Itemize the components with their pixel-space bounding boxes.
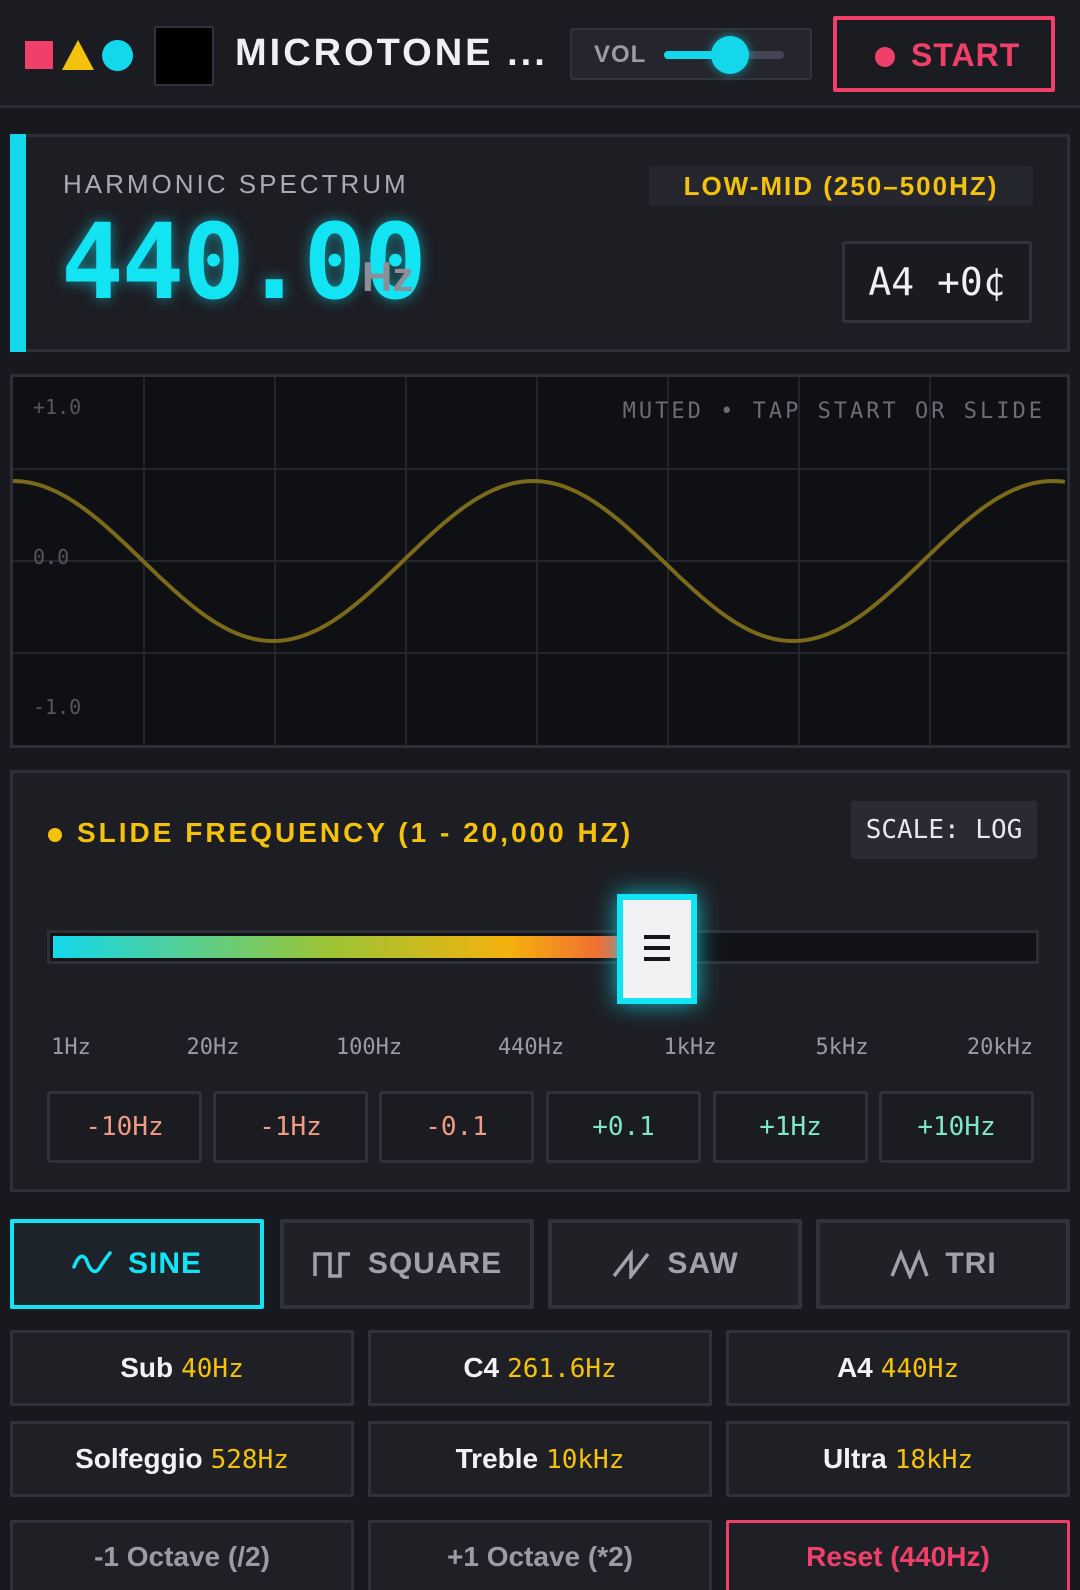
grip-icon bbox=[644, 935, 670, 968]
start-button[interactable]: START bbox=[833, 16, 1055, 92]
step-plus-10hz-button[interactable]: +10Hz bbox=[879, 1091, 1034, 1163]
frequency-slider-panel: SLIDE FREQUENCY (1 - 20,000 HZ) SCALE: L… bbox=[10, 770, 1070, 1192]
frequency-slider-track[interactable] bbox=[47, 930, 1039, 964]
scope-y-label-mid: 0.0 bbox=[33, 545, 70, 569]
preset-frequency: 18kHz bbox=[894, 1445, 974, 1475]
logo-square-icon bbox=[25, 41, 53, 69]
waveform-sine-label: SINE bbox=[127, 1247, 203, 1280]
volume-slider-thumb[interactable] bbox=[711, 36, 749, 74]
logo-circle-icon bbox=[102, 40, 133, 71]
preset-name: C4 bbox=[463, 1352, 500, 1383]
start-button-label: START bbox=[911, 37, 1021, 73]
scope-grid bbox=[13, 377, 1067, 745]
oscilloscope-canvas bbox=[13, 377, 1067, 745]
preset-frequency: 528Hz bbox=[210, 1445, 289, 1475]
triangle-wave-icon bbox=[890, 1249, 929, 1279]
preset-name: A4 bbox=[836, 1352, 873, 1383]
preset-frequency: 440Hz bbox=[880, 1354, 960, 1384]
waveform-square-button[interactable]: SQUARE bbox=[280, 1219, 534, 1309]
waveform-sine-button[interactable]: SINE bbox=[10, 1219, 264, 1309]
tick-1hz: 1Hz bbox=[51, 1035, 91, 1060]
oscilloscope: +1.0 0.0 -1.0 MUTED • TAP START OR SLIDE bbox=[10, 374, 1070, 748]
preset-frequency: 10kHz bbox=[546, 1445, 625, 1475]
octave-up-button[interactable]: +1 Octave (*2) bbox=[368, 1520, 712, 1590]
preset-name: Ultra bbox=[822, 1443, 887, 1474]
waveform-tri-label: TRI bbox=[945, 1247, 997, 1280]
app-title: MICROTONE ... bbox=[235, 32, 548, 74]
scope-y-label-top: +1.0 bbox=[33, 395, 82, 419]
tick-20hz: 20Hz bbox=[186, 1035, 240, 1060]
volume-label: VOL bbox=[594, 41, 647, 68]
slider-title: SLIDE FREQUENCY (1 - 20,000 HZ) bbox=[77, 817, 634, 848]
preset-frequency: 261.6Hz bbox=[507, 1354, 617, 1384]
frequency-unit: Hz bbox=[362, 253, 414, 300]
spectrum-panel: HARMONIC SPECTRUM 440.00 Hz LOW-MID (250… bbox=[10, 134, 1070, 352]
scope-y-label-bottom: -1.0 bbox=[33, 695, 82, 719]
tick-20khz: 20kHz bbox=[966, 1035, 1034, 1060]
scope-status: MUTED • TAP START OR SLIDE bbox=[622, 399, 1045, 424]
waveform-tri-button[interactable]: TRI bbox=[816, 1219, 1070, 1309]
preset-name: Treble bbox=[455, 1443, 539, 1474]
preset-sub-button[interactable]: Sub 40Hz bbox=[10, 1330, 354, 1406]
tick-1khz: 1kHz bbox=[663, 1035, 717, 1060]
color-swatch[interactable] bbox=[154, 26, 214, 86]
waveform-square-label: SQUARE bbox=[367, 1247, 503, 1280]
waveform-saw-label: SAW bbox=[667, 1247, 739, 1280]
preset-treble-button[interactable]: Treble 10kHz bbox=[368, 1421, 712, 1497]
tick-5khz: 5kHz bbox=[815, 1035, 869, 1060]
square-wave-icon bbox=[313, 1252, 350, 1278]
note-badge: A4 +0¢ bbox=[842, 241, 1032, 323]
sine-wave-icon bbox=[72, 1251, 112, 1274]
preset-a4-button[interactable]: A4 440Hz bbox=[726, 1330, 1070, 1406]
preset-name: Solfeggio bbox=[75, 1443, 203, 1474]
tick-100hz: 100Hz bbox=[335, 1035, 403, 1060]
spectrum-label: HARMONIC SPECTRUM bbox=[63, 169, 409, 199]
step-minus-1hz-button[interactable]: -1Hz bbox=[213, 1091, 368, 1163]
step-minus-0-1-button[interactable]: -0.1 bbox=[379, 1091, 534, 1163]
frequency-slider-fill bbox=[53, 936, 660, 958]
preset-c4-button[interactable]: C4 261.6Hz bbox=[368, 1330, 712, 1406]
record-dot-icon bbox=[875, 47, 895, 67]
volume-control: VOL bbox=[570, 28, 812, 80]
preset-solfeggio-button[interactable]: Solfeggio 528Hz bbox=[10, 1421, 354, 1497]
waveform-saw-button[interactable]: SAW bbox=[548, 1219, 802, 1309]
scale-toggle[interactable]: SCALE: LOG bbox=[851, 801, 1037, 859]
step-plus-1hz-button[interactable]: +1Hz bbox=[713, 1091, 868, 1163]
logo-triangle-icon bbox=[62, 40, 94, 70]
preset-name: Sub bbox=[120, 1352, 174, 1383]
frequency-band-badge: LOW-MID (250–500HZ) bbox=[649, 166, 1033, 206]
frequency-slider-thumb[interactable] bbox=[617, 894, 697, 1004]
preset-frequency: 40Hz bbox=[181, 1354, 244, 1384]
octave-down-button[interactable]: -1 Octave (/2) bbox=[10, 1520, 354, 1590]
reset-button[interactable]: Reset (440Hz) bbox=[726, 1520, 1070, 1590]
spectrum-accent-bar bbox=[10, 134, 26, 352]
slider-indicator-dot bbox=[48, 828, 62, 842]
app-header: MICROTONE ... VOL START bbox=[0, 0, 1080, 108]
preset-ultra-button[interactable]: Ultra 18kHz bbox=[726, 1421, 1070, 1497]
saw-wave-icon bbox=[612, 1249, 650, 1279]
step-minus-10hz-button[interactable]: -10Hz bbox=[47, 1091, 202, 1163]
step-plus-0-1-button[interactable]: +0.1 bbox=[546, 1091, 701, 1163]
tick-440hz: 440Hz bbox=[497, 1035, 565, 1060]
